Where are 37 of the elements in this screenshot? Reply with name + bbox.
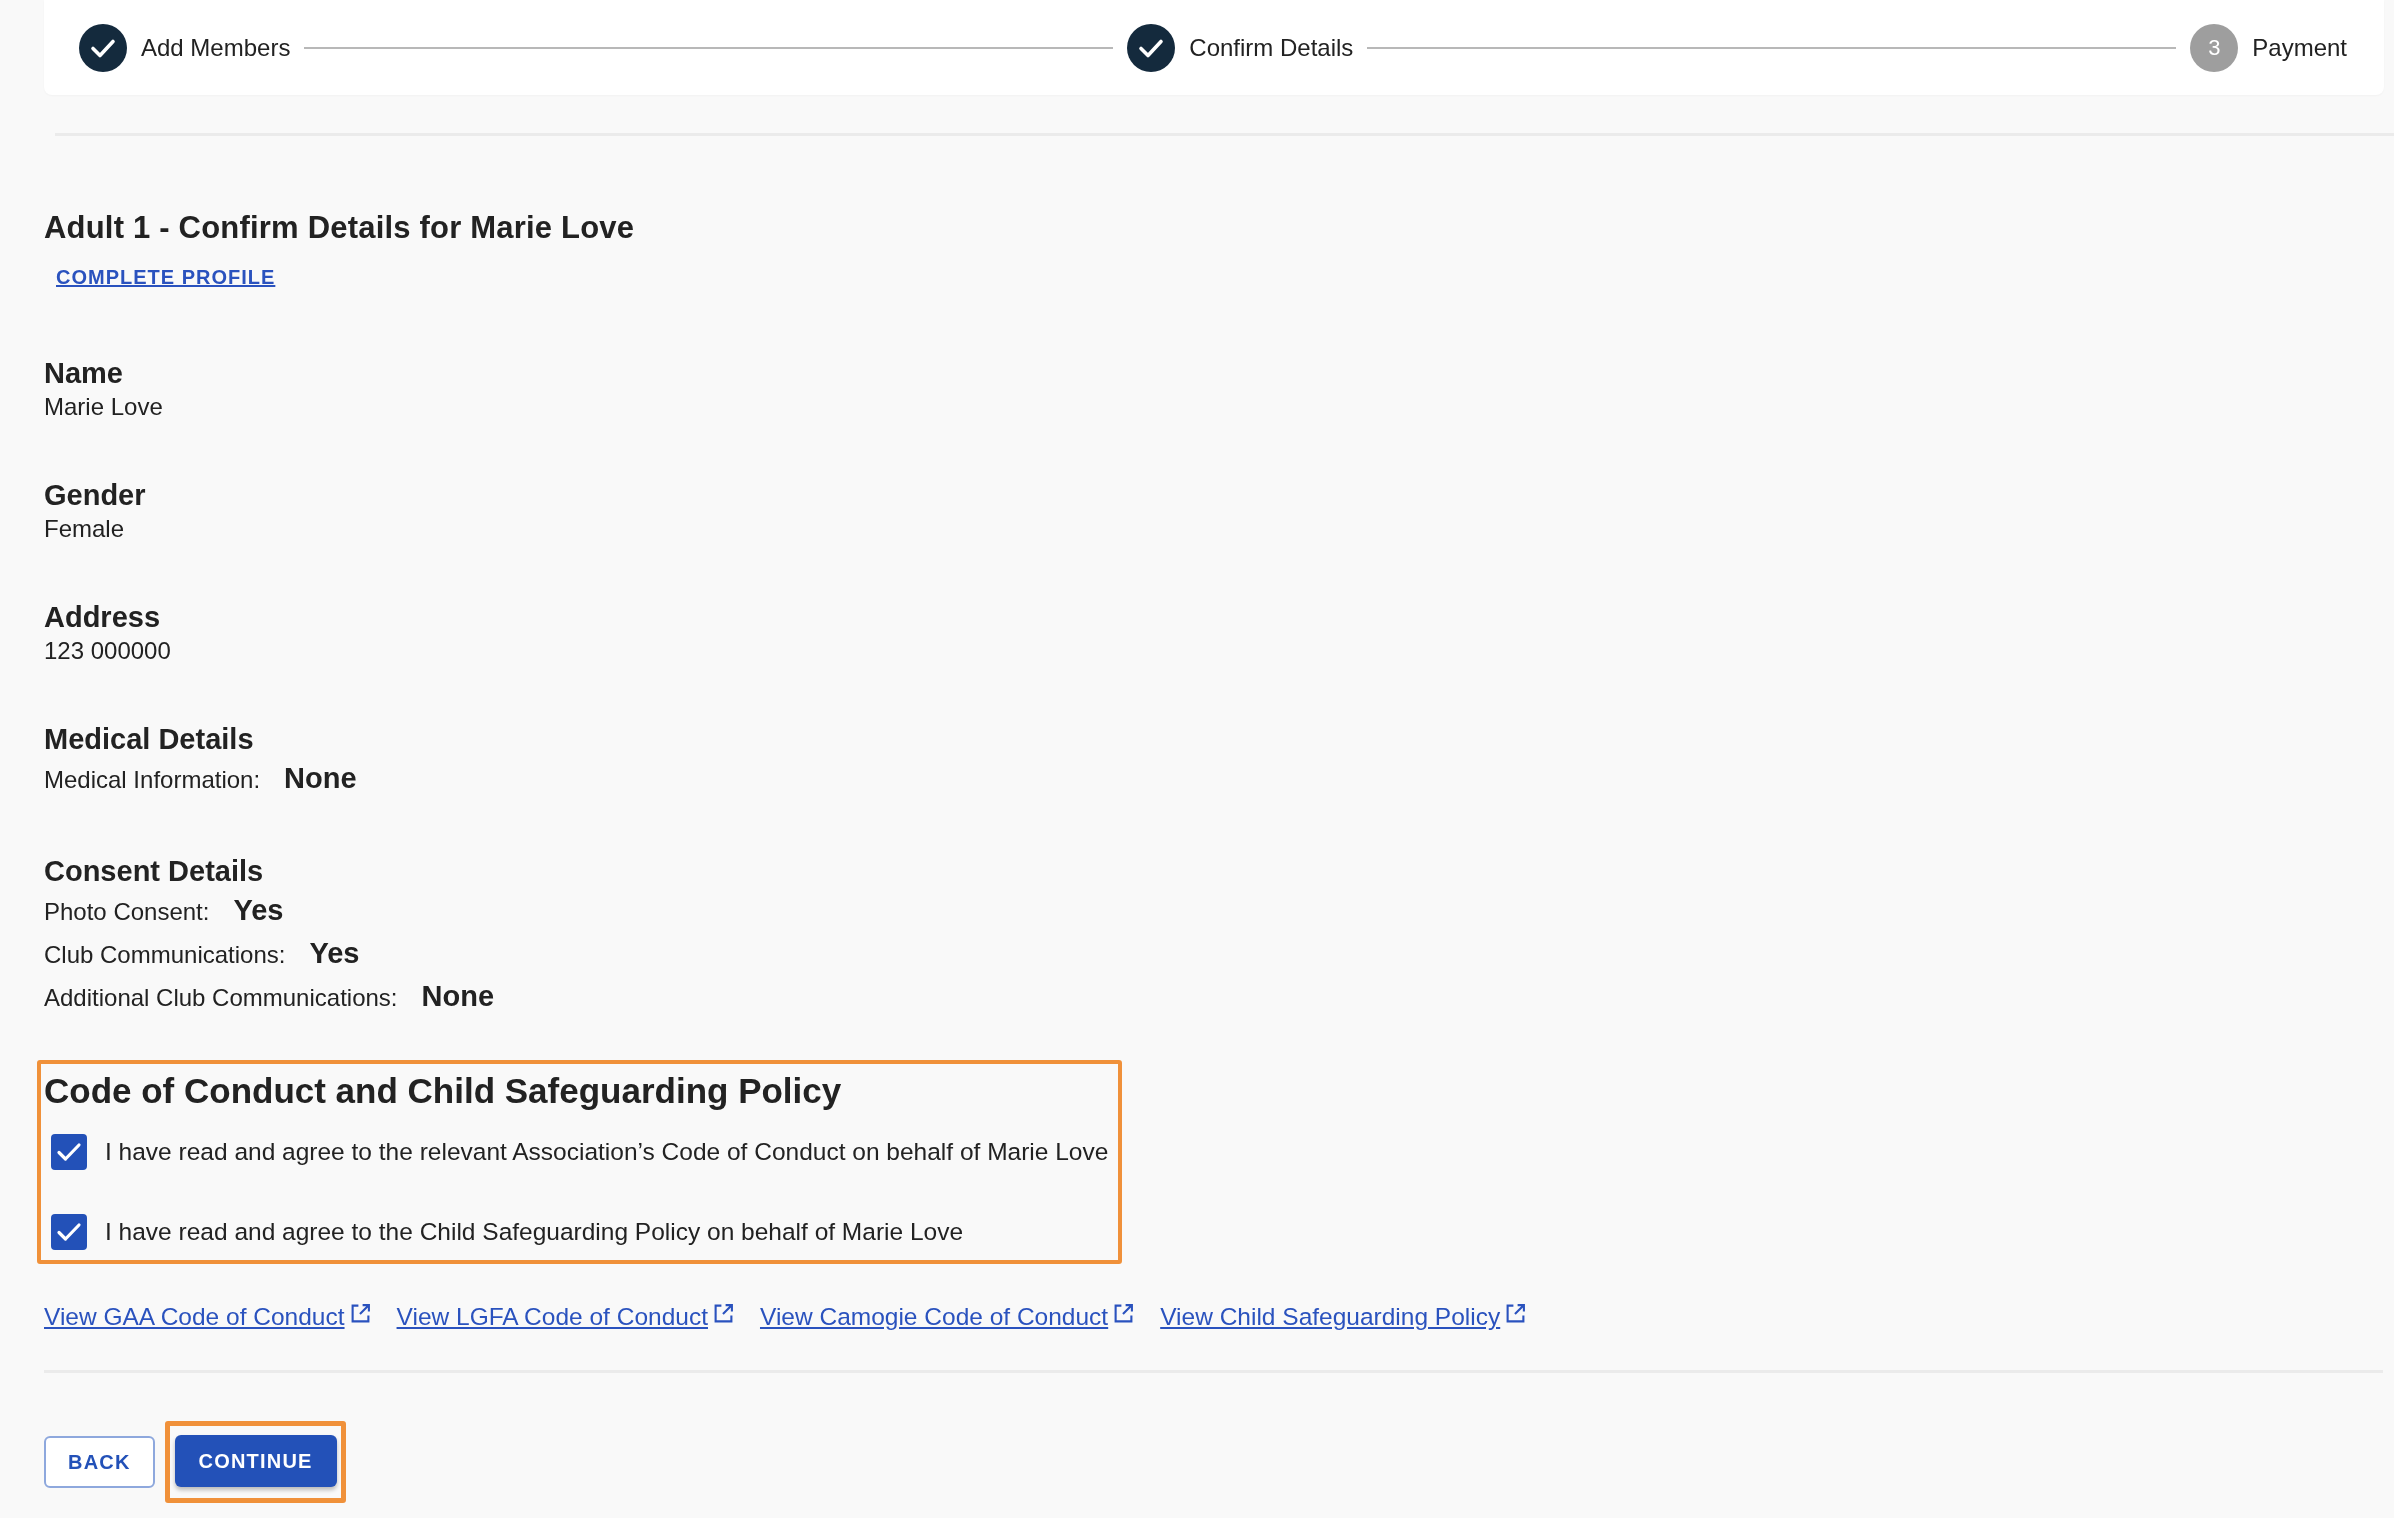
step-label: Payment [2252, 33, 2347, 62]
step-label: Confirm Details [1189, 33, 1354, 62]
policy-link[interactable]: View Camogie Code of Conduct [760, 1302, 1109, 1332]
policy-link[interactable]: View LGFA Code of Conduct [396, 1302, 708, 1332]
back-button[interactable]: BACK [44, 1436, 155, 1488]
checkbox[interactable] [51, 1134, 87, 1170]
section-title: Gender [44, 478, 147, 513]
section-title: Name [44, 356, 124, 391]
detail-value: Yes [309, 936, 360, 971]
step-label: Add Members [141, 33, 291, 62]
section-title: Address [44, 600, 162, 635]
external-link-icon [1113, 1302, 1135, 1324]
section-title: Consent Details [44, 854, 265, 889]
step-number: 3 [2190, 23, 2239, 72]
conduct-heading: Code of Conduct and Child Safeguarding Policy [44, 1070, 843, 1112]
detail-label: Additional Club Communications: [44, 983, 398, 1013]
section-value: 123 000000 [44, 636, 172, 666]
complete-profile-link[interactable]: COMPLETE PROFILE [56, 265, 276, 289]
policy-link[interactable]: View GAA Code of Conduct [44, 1302, 345, 1332]
section-value: Marie Love [44, 392, 164, 422]
external-link-icon [713, 1302, 734, 1324]
detail-label: Photo Consent: [44, 897, 210, 927]
page-heading: Adult 1 - Confirm Details for Marie Love [44, 209, 636, 247]
detail-value: None [421, 979, 494, 1014]
agreement-text: I have read and agree to the Child Safeguarding Policy on behalf of Marie Love [105, 1217, 964, 1247]
policy-link[interactable]: View Child Safeguarding Policy [1160, 1302, 1501, 1332]
section-value: Female [44, 514, 126, 544]
external-link-icon [349, 1302, 371, 1324]
external-link-icon [1505, 1302, 1527, 1324]
checkbox[interactable] [51, 1214, 87, 1250]
detail-label: Medical Information: [44, 765, 261, 795]
detail-label: Club Communications: [44, 940, 286, 970]
section-title: Medical Details [44, 722, 255, 757]
detail-value: None [284, 761, 357, 796]
detail-value: Yes [233, 893, 284, 928]
continue-button[interactable]: CONTINUE [174, 1435, 337, 1487]
agreement-text: I have read and agree to the relevant Association’s Code of Conduct on behalf of Marie Love [105, 1137, 1109, 1167]
